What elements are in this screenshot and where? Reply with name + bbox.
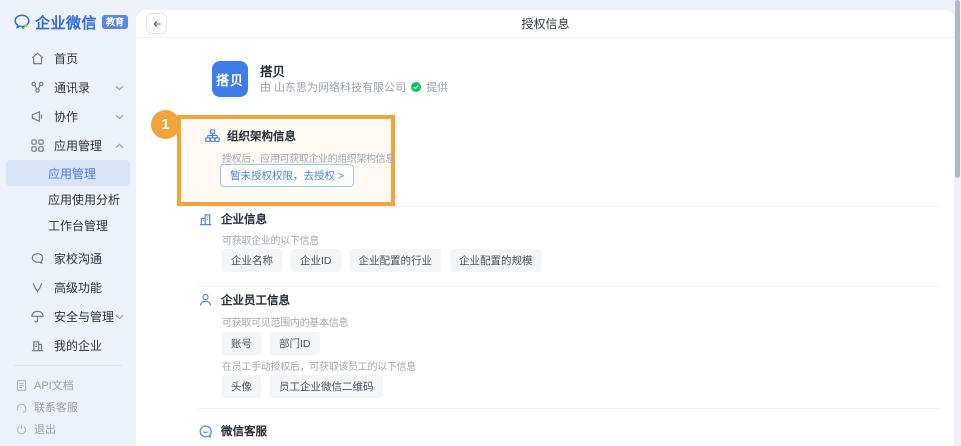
section-desc-employee-basic: 可获取可见范围内的基本信息 [222, 318, 349, 329]
annotation-step-badge: 1 [151, 110, 180, 139]
page-title: 授权信息 [521, 17, 570, 31]
apps-grid-icon [30, 138, 45, 153]
sidebar-link-label: API文档 [34, 380, 74, 392]
person-icon [198, 293, 213, 308]
sidebar-item-label: 家校沟通 [54, 252, 103, 266]
wecom-bubble-icon [13, 13, 31, 31]
sidebar-item-label: 应用管理 [54, 139, 103, 153]
section-divider [198, 206, 940, 207]
scrollbar-thumb[interactable] [955, 0, 960, 178]
org-chart-icon [205, 128, 220, 144]
edition-badge: 教育 [102, 15, 129, 29]
sidebar-item-label: 安全与管理 [54, 310, 115, 324]
main-content-card: 授权信息 搭贝 搭贝 由 山东思为网络科技有限公司 提供 1 组织架构信息 授权… [136, 10, 955, 446]
sidebar-item-my-enterprise[interactable]: 我的企业 [0, 331, 136, 360]
back-button[interactable] [146, 13, 167, 34]
authorization-info-body: 搭贝 搭贝 由 山东思为网络科技有限公司 提供 1 组织架构信息 授权后，应用可… [136, 38, 955, 445]
section-divider [198, 286, 940, 287]
scrollbar-track [954, 0, 961, 446]
arrow-left-icon [151, 18, 163, 30]
permission-tag: 部门ID [270, 332, 320, 355]
sidebar-item-collaboration[interactable]: 协作 [0, 102, 136, 131]
sidebar-divider [14, 365, 122, 366]
permission-tag: 员工企业微信二维码 [270, 375, 383, 398]
collaboration-icon [30, 109, 45, 124]
advanced-features-icon [30, 280, 45, 295]
building-icon [198, 212, 213, 227]
permission-tag: 企业配置的行业 [349, 249, 441, 272]
permission-tag: 头像 [222, 375, 261, 398]
umbrella-icon [30, 309, 45, 324]
sidebar-item-advanced-features[interactable]: 高级功能 [0, 273, 136, 302]
sidebar-link-contact-support[interactable]: 联系客服 [0, 396, 136, 418]
enterprise-permission-tags: 企业名称 企业ID 企业配置的行业 企业配置的规模 [222, 249, 542, 272]
app-logo-tile: 搭贝 [212, 61, 248, 97]
section-desc-org-structure: 授权后，应用可获取企业的组织架构信息 [222, 154, 395, 165]
sidebar: 企业微信 教育 首页 通讯录 协作 应用管理 应用管理 应用使用分析 工作台管理… [0, 0, 136, 446]
sidebar-item-security-management[interactable]: 安全与管理 [0, 302, 136, 331]
headset-icon [15, 401, 28, 414]
sidebar-item-home-school[interactable]: 家校沟通 [0, 244, 136, 273]
app-name: 搭贝 [260, 65, 286, 79]
permission-tag: 企业配置的规模 [450, 249, 542, 272]
customer-service-chat-icon [198, 424, 213, 439]
org-structure-highlight-box: 组织架构信息 授权后，应用可获取企业的组织架构信息 暂未授权权限，去授权 > [177, 115, 395, 206]
document-icon [15, 379, 28, 392]
sidebar-link-api-docs[interactable]: API文档 [0, 374, 136, 396]
sidebar-item-app-management[interactable]: 应用管理 [0, 131, 136, 160]
app-logo: 企业微信 教育 [0, 0, 136, 44]
chevron-up-icon [115, 142, 124, 149]
chevron-down-icon [115, 114, 124, 120]
sidebar-subitem-label: 工作台管理 [48, 218, 109, 233]
chevron-down-icon [115, 314, 124, 320]
sidebar-item-label: 通讯录 [54, 81, 91, 95]
section-title-org-structure: 组织架构信息 [227, 131, 296, 143]
section-desc-employee-manual-auth: 在员工手动授权后，可获取该员工的以下信息 [222, 362, 416, 373]
section-divider [198, 408, 940, 409]
sidebar-subitem-app-usage-analysis[interactable]: 应用使用分析 [0, 186, 136, 212]
sidebar-item-label: 我的企业 [54, 339, 103, 353]
sidebar-subitem-label: 应用管理 [48, 166, 97, 181]
sidebar-item-label: 协作 [54, 110, 79, 124]
home-icon [30, 51, 45, 66]
sidebar-item-contacts[interactable]: 通讯录 [0, 73, 136, 102]
employee-basic-permission-tags: 账号 部门ID [222, 332, 320, 355]
sidebar-subitem-label: 应用使用分析 [48, 192, 121, 207]
enterprise-icon [30, 338, 45, 353]
app-provider: 由 山东思为网络科技有限公司 提供 [260, 79, 448, 95]
permission-tag: 账号 [222, 332, 261, 355]
sidebar-link-label: 退出 [34, 424, 56, 436]
sidebar-item-home[interactable]: 首页 [0, 44, 136, 73]
sidebar-link-label: 联系客服 [34, 402, 78, 414]
verified-check-icon [410, 81, 422, 93]
section-title-enterprise-info: 企业信息 [221, 214, 267, 226]
chevron-down-icon [115, 85, 124, 91]
permission-tag: 企业名称 [222, 249, 282, 272]
contacts-icon [30, 80, 45, 95]
sidebar-link-logout[interactable]: 退出 [0, 418, 136, 440]
sidebar-subitem-app-management[interactable]: 应用管理 [6, 160, 130, 186]
sidebar-item-label: 首页 [54, 52, 79, 66]
employee-manual-permission-tags: 头像 员工企业微信二维码 [222, 375, 383, 398]
provider-suffix: 提供 [426, 82, 449, 94]
permission-tag: 企业ID [291, 249, 341, 272]
section-title-wechat-kefu: 微信客服 [221, 426, 267, 438]
provider-text: 由 山东思为网络科技有限公司 [260, 82, 407, 94]
sidebar-item-label: 高级功能 [54, 281, 103, 295]
sidebar-subitem-workbench-management[interactable]: 工作台管理 [0, 212, 136, 238]
power-icon [15, 423, 28, 436]
section-desc-enterprise-info: 可获取企业的以下信息 [222, 236, 319, 247]
go-authorize-button[interactable]: 暂未授权权限，去授权 > [220, 164, 355, 187]
section-title-employee-info: 企业员工信息 [221, 295, 290, 307]
logo-text: 企业微信 [35, 14, 98, 32]
page-header: 授权信息 [136, 10, 955, 38]
chat-bubble-icon [30, 251, 45, 266]
